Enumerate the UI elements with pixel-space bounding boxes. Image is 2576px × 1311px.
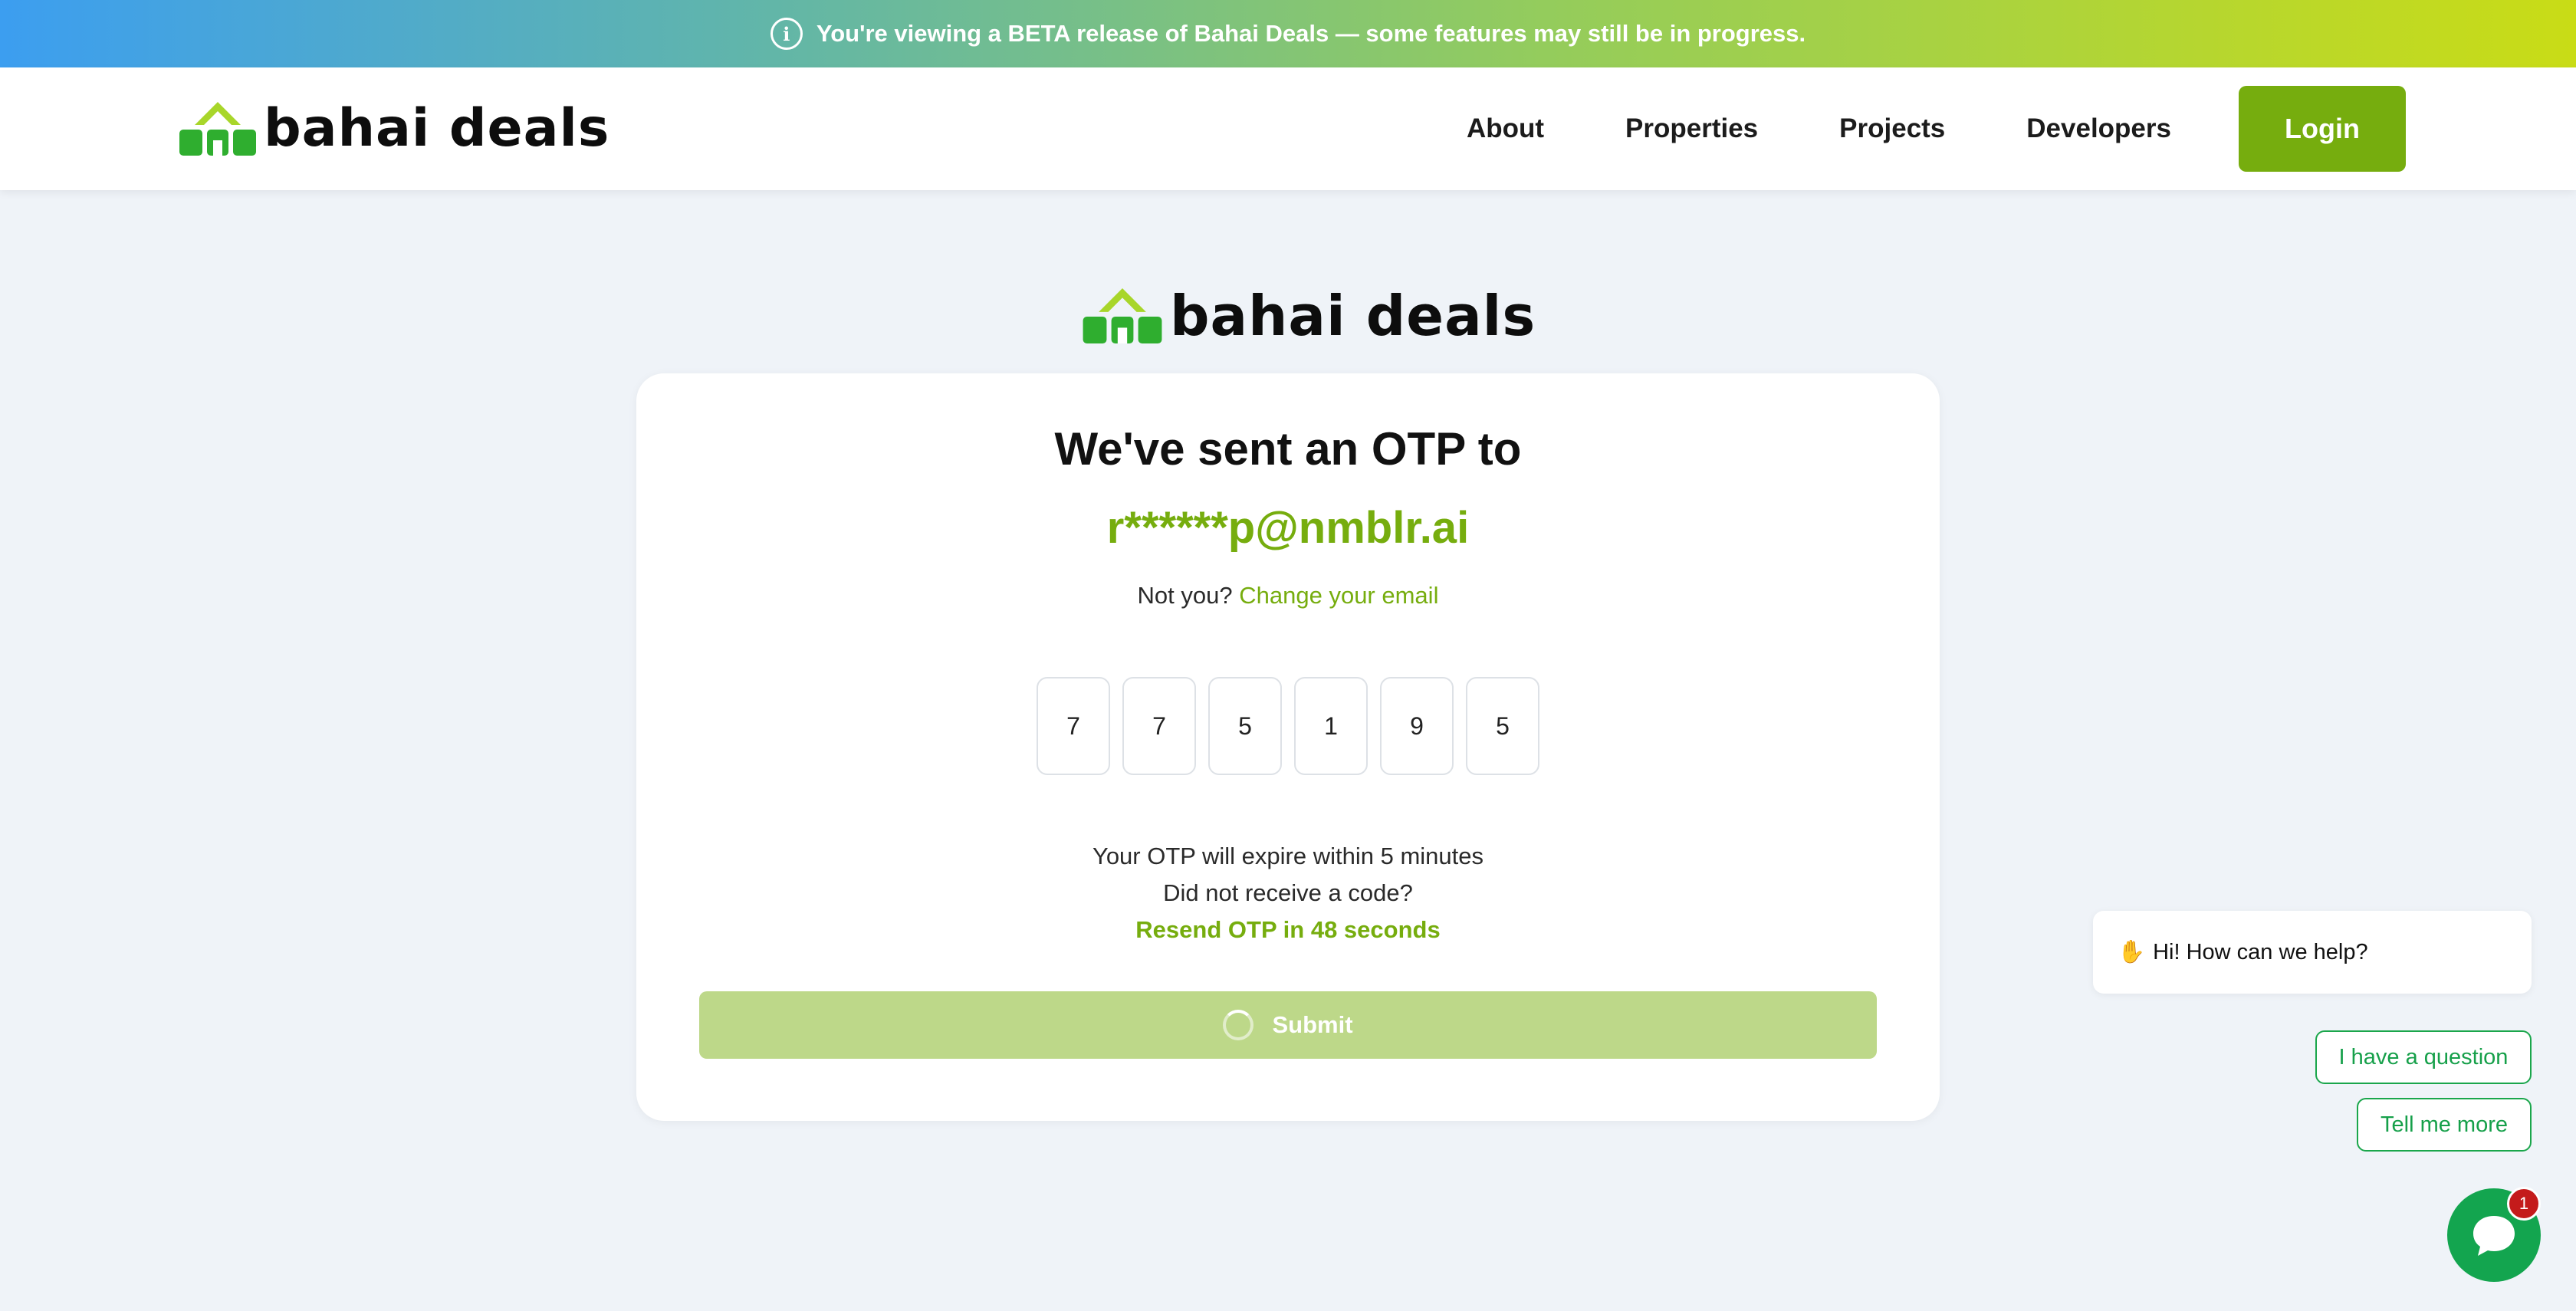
nav-properties[interactable]: Properties <box>1625 113 1758 144</box>
header-logo[interactable]: bahai deals <box>179 101 610 156</box>
change-email-link[interactable]: Change your email <box>1239 582 1438 609</box>
submit-label: Submit <box>1272 1011 1353 1038</box>
center-logo: bahai deals <box>1083 287 1536 345</box>
login-button[interactable]: Login <box>2239 86 2406 172</box>
chat-notification-badge: 1 <box>2507 1187 2541 1221</box>
house-logo-icon <box>179 102 256 156</box>
nav-about[interactable]: About <box>1467 113 1544 144</box>
beta-banner: i You're viewing a BETA release of Bahai… <box>0 0 2576 67</box>
main-nav: About Properties Projects Developers <box>1467 67 2171 190</box>
otp-digit-input-6[interactable]: 5 <box>1466 677 1539 775</box>
chat-greeting-text: Hi! How can we help? <box>2153 939 2368 964</box>
logo-text: bahai deals <box>1170 284 1536 348</box>
chat-option-tell-more[interactable]: Tell me more <box>2357 1098 2532 1152</box>
otp-info: Your OTP will expire within 5 minutes Di… <box>636 838 1940 948</box>
not-you-line: Not you? Change your email <box>636 582 1940 610</box>
otp-digit-input-2[interactable]: 7 <box>1122 677 1196 775</box>
info-icon: i <box>770 18 803 50</box>
not-you-label: Not you? <box>1137 582 1233 609</box>
loading-spinner-icon <box>1223 1010 1254 1040</box>
page-title: We've sent an OTP to <box>1054 423 1522 475</box>
no-code-text: Did not receive a code? <box>1163 879 1413 906</box>
expiry-text: Your OTP will expire within 5 minutes <box>1092 843 1484 869</box>
site-header: bahai deals About Properties Projects De… <box>0 67 2576 190</box>
chat-option-question[interactable]: I have a question <box>2315 1030 2532 1084</box>
masked-email: r******p@nmblr.ai <box>1106 503 1470 553</box>
house-logo-icon <box>1083 288 1162 343</box>
resend-otp-link[interactable]: Resend OTP in 48 seconds <box>636 912 1940 948</box>
waving-hand-icon: ✋ <box>2118 940 2146 964</box>
otp-digit-input-5[interactable]: 9 <box>1380 677 1454 775</box>
nav-projects[interactable]: Projects <box>1839 113 1945 144</box>
chat-greeting-bubble: ✋ Hi! How can we help? <box>2093 911 2532 994</box>
otp-digit-input-1[interactable]: 7 <box>1037 677 1110 775</box>
submit-button[interactable]: Submit <box>699 991 1877 1059</box>
otp-card: We've sent an OTP to r******p@nmblr.ai N… <box>636 373 1940 1121</box>
otp-digit-input-4[interactable]: 1 <box>1294 677 1368 775</box>
nav-developers[interactable]: Developers <box>2026 113 2171 144</box>
otp-digit-input-3[interactable]: 5 <box>1208 677 1282 775</box>
otp-input-group: 7 7 5 1 9 5 <box>1037 677 1539 775</box>
beta-banner-text: You're viewing a BETA release of Bahai D… <box>816 20 1806 47</box>
logo-text: bahai deals <box>264 98 610 159</box>
